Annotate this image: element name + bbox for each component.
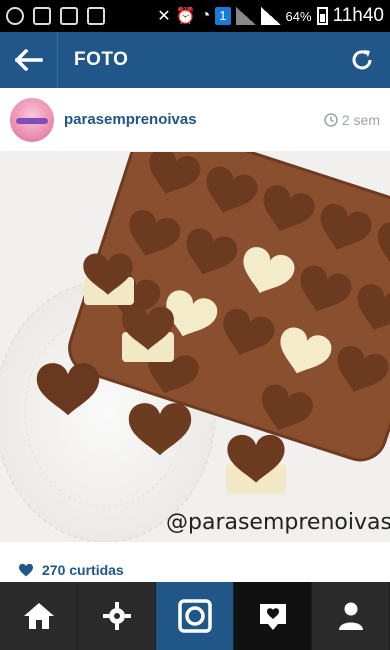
system-icons: ✕ ⏰ ◔ 1 64% 11h40 bbox=[157, 5, 384, 27]
camera-icon bbox=[177, 599, 212, 633]
arrow-left-icon bbox=[14, 49, 43, 71]
nav-profile[interactable] bbox=[312, 582, 390, 650]
bottom-nav bbox=[0, 582, 390, 650]
notification-badge: 1 bbox=[215, 7, 231, 25]
time-ago: 2 sem bbox=[341, 111, 380, 128]
notification-icons bbox=[6, 7, 105, 25]
refresh-icon bbox=[352, 50, 372, 70]
battery-percent: 64% bbox=[285, 8, 312, 24]
heart-icon bbox=[19, 563, 33, 577]
post-photo[interactable]: @parasemprenoivas bbox=[0, 152, 390, 542]
home-icon bbox=[23, 603, 54, 629]
clock-time: 11h40 bbox=[332, 5, 384, 26]
chocolate-heart-1 bbox=[83, 253, 134, 305]
page-title: FOTO bbox=[74, 49, 129, 70]
refresh-button[interactable] bbox=[334, 32, 390, 88]
mute-icon: ✕ bbox=[157, 8, 171, 25]
alarm-icon: ⏰ bbox=[175, 8, 196, 25]
battery-icon bbox=[316, 7, 328, 25]
gallery-icon bbox=[33, 7, 51, 25]
action-bar: FOTO bbox=[0, 32, 390, 88]
clock-icon bbox=[324, 112, 338, 127]
post-username[interactable]: parasemprenoivas bbox=[64, 111, 197, 128]
nav-explore[interactable] bbox=[78, 582, 156, 650]
post-header: parasemprenoivas 2 sem bbox=[0, 88, 390, 152]
activity-icon bbox=[259, 604, 286, 630]
whatsapp-icon bbox=[6, 7, 24, 25]
likes-row[interactable]: 270 curtidas bbox=[0, 556, 390, 584]
profile-icon bbox=[338, 602, 363, 630]
chocolate-hearts-photo bbox=[0, 152, 390, 542]
back-button[interactable] bbox=[0, 32, 58, 88]
avatar[interactable] bbox=[10, 97, 54, 142]
nav-activity[interactable] bbox=[234, 582, 312, 650]
signal-icon-sim1 bbox=[235, 7, 256, 25]
nav-camera[interactable] bbox=[156, 582, 234, 650]
likes-count: 270 curtidas bbox=[42, 562, 124, 578]
wifi-icon: ◔ bbox=[200, 7, 211, 24]
signal-icon-sim2 bbox=[260, 7, 281, 25]
post-timestamp: 2 sem bbox=[324, 112, 380, 128]
nav-home[interactable] bbox=[0, 582, 78, 650]
status-bar: ✕ ⏰ ◔ 1 64% 11h40 bbox=[0, 0, 390, 32]
photo-watermark: @parasemprenoivas bbox=[166, 510, 390, 535]
gmail-icon bbox=[87, 7, 105, 25]
sms-icon bbox=[60, 7, 78, 25]
explore-icon bbox=[102, 602, 131, 630]
